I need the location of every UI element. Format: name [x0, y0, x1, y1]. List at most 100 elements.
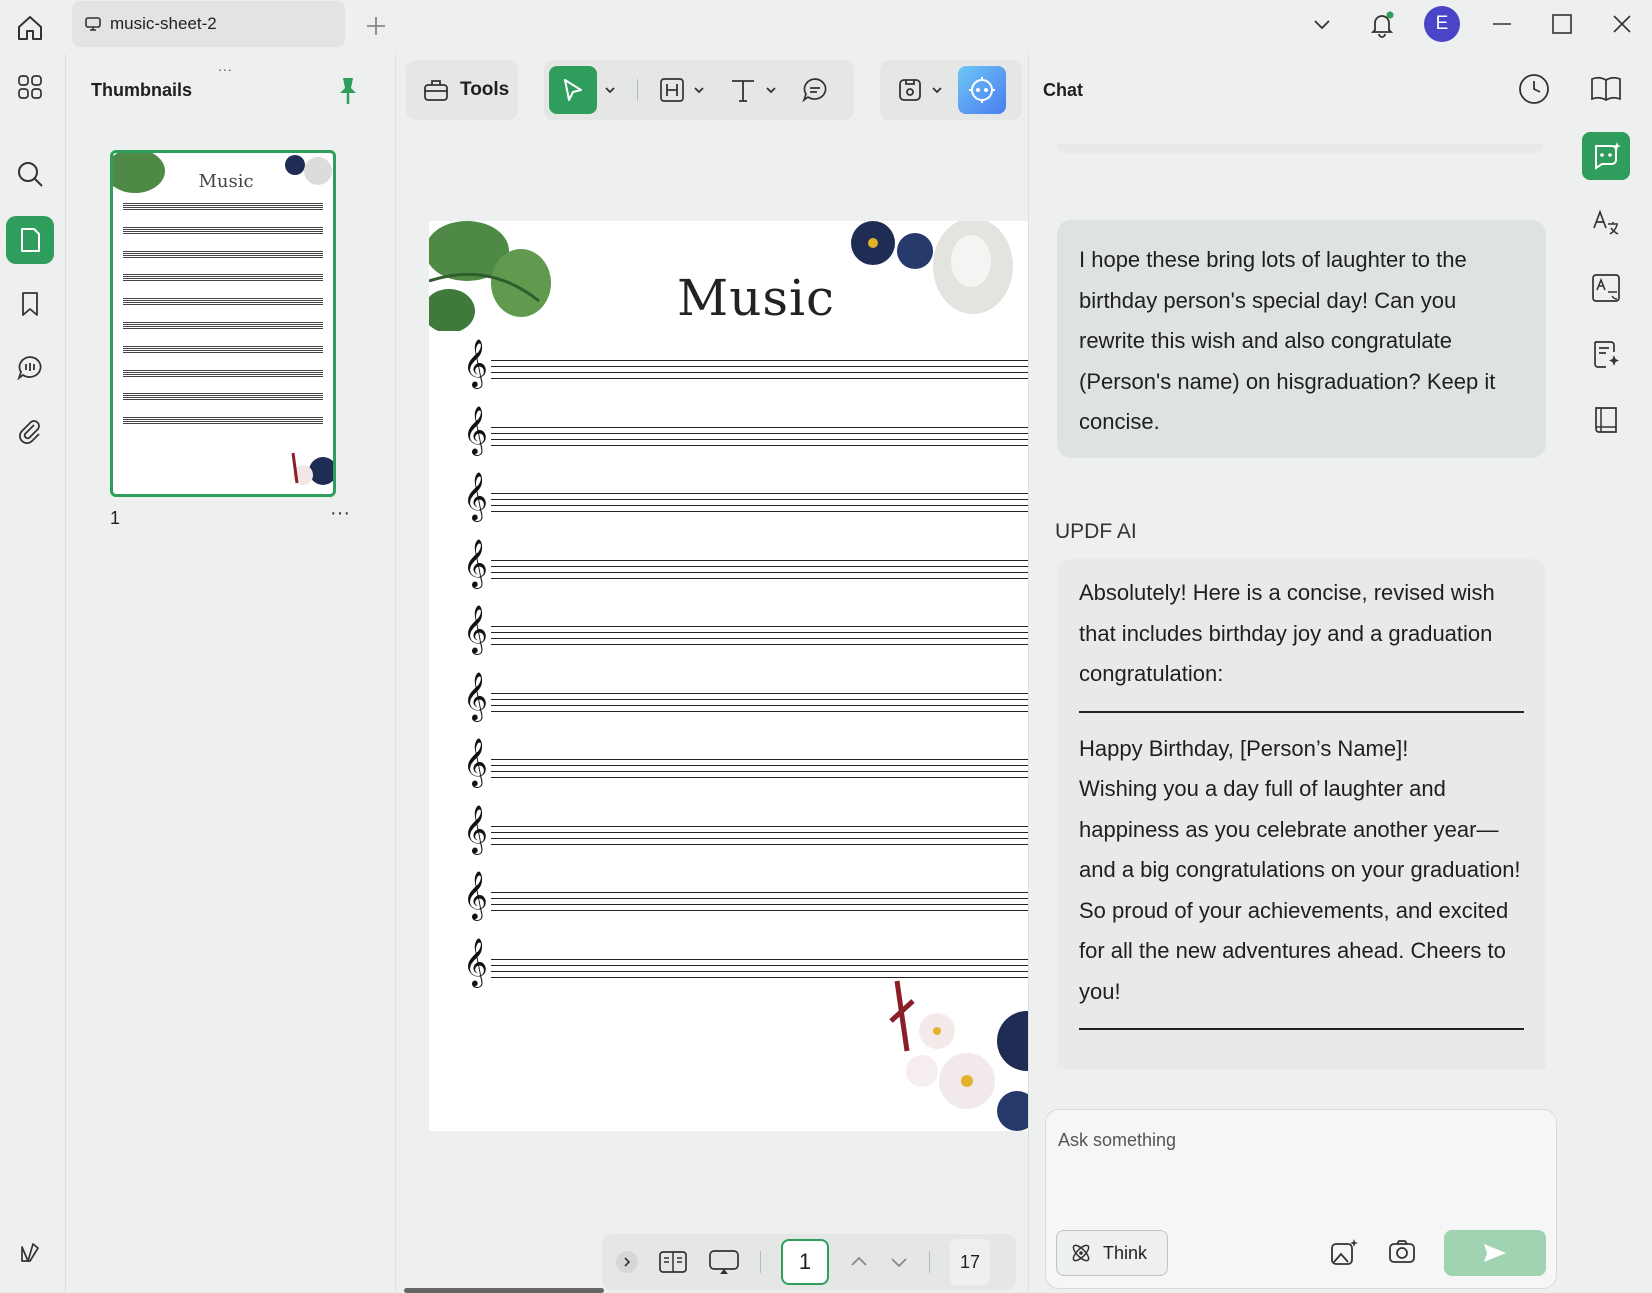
- thumbnail-page-number: 1: [110, 508, 121, 528]
- text-chevron-icon: [766, 87, 776, 94]
- comment-icon: [17, 356, 42, 381]
- next-page-button[interactable]: [889, 1252, 909, 1272]
- rail-bookmarks-button[interactable]: [6, 280, 54, 328]
- home-icon: [18, 16, 42, 40]
- save-button[interactable]: [896, 76, 944, 104]
- ai-assistant-button[interactable]: [958, 66, 1006, 114]
- chat-input-box[interactable]: Ask something Think: [1045, 1109, 1557, 1289]
- tabs-dropdown-button[interactable]: [1292, 0, 1352, 48]
- tools-button[interactable]: Tools: [406, 60, 518, 120]
- thumbnail-staff: [123, 322, 323, 330]
- text-tool-button[interactable]: [728, 75, 778, 105]
- highlight-tool-button[interactable]: [658, 76, 706, 104]
- thumbnail-title: Music: [198, 171, 254, 192]
- page-number-input[interactable]: 1: [781, 1239, 829, 1285]
- rail-attachments-button[interactable]: [6, 408, 54, 456]
- chat-bot-icon: [1595, 142, 1621, 170]
- horizontal-scrollbar[interactable]: [404, 1288, 604, 1293]
- pages-icon: [21, 228, 40, 252]
- pin-panel-button[interactable]: [336, 76, 360, 106]
- attach-image-button[interactable]: [1328, 1236, 1360, 1268]
- maximize-icon: [1552, 14, 1572, 34]
- thumbnail-more-button[interactable]: ···: [330, 502, 350, 525]
- music-staff: 𝄞: [463, 741, 1029, 793]
- select-tool-chevron-icon[interactable]: [603, 83, 617, 97]
- panel-drag-handle[interactable]: ...: [218, 58, 233, 74]
- music-staff: 𝄞: [463, 342, 1029, 394]
- page-thumbnail[interactable]: Music: [110, 150, 336, 497]
- pdf-page[interactable]: Music 𝄞 𝄞 𝄞 𝄞 𝄞 𝄞 𝄞 𝄞 𝄞 𝄞: [429, 221, 1029, 1131]
- reader-mode-button[interactable]: [1582, 64, 1630, 112]
- chevron-right-icon: [624, 1257, 631, 1267]
- think-toggle-button[interactable]: Think: [1056, 1230, 1168, 1276]
- ai-message-divider: [1079, 710, 1524, 713]
- thumbnails-panel: ... Thumbnails Music 1 ···: [66, 54, 396, 1293]
- treble-clef: 𝄞: [463, 936, 488, 986]
- avatar: E: [1424, 6, 1460, 42]
- ai-message: Absolutely! Here is a concise, revised w…: [1057, 559, 1546, 1069]
- select-tool-button[interactable]: [549, 66, 597, 114]
- treble-clef: 𝄞: [463, 803, 488, 853]
- save-toolbar: [880, 60, 1022, 120]
- search-icon: [18, 162, 43, 187]
- treble-clef: 𝄞: [463, 870, 488, 919]
- screenshot-button[interactable]: [1386, 1236, 1418, 1268]
- notifications-button[interactable]: [1352, 0, 1412, 48]
- user-message: I hope these bring lots of laughter to t…: [1057, 220, 1546, 458]
- translate-icon: [1593, 209, 1619, 235]
- nav-divider: [929, 1251, 930, 1273]
- staff-lines: [491, 626, 1029, 650]
- atom-icon: [1072, 1244, 1090, 1262]
- ai-chat-button[interactable]: [1582, 132, 1630, 180]
- maximize-button[interactable]: [1532, 0, 1592, 48]
- new-tab-button[interactable]: [360, 10, 392, 42]
- toolbar-divider: [637, 79, 638, 101]
- send-button[interactable]: [1444, 1230, 1546, 1276]
- leaf-decoration: [429, 221, 551, 331]
- thumbnail-staff: [123, 250, 323, 259]
- user-message-text: I hope these bring lots of laughter to t…: [1079, 247, 1496, 434]
- summarize-button[interactable]: [1582, 330, 1630, 378]
- close-icon: [1613, 15, 1631, 33]
- staff-lines: [491, 559, 1029, 584]
- rail-apps-button[interactable]: [6, 63, 54, 111]
- minimize-button[interactable]: [1472, 0, 1532, 48]
- flower-decoration-top: [851, 221, 1013, 314]
- ai-message-divider: [1079, 1028, 1524, 1030]
- staff-lines: [491, 759, 1029, 783]
- thumbnail-staff: [123, 274, 323, 283]
- page-layout-button[interactable]: [658, 1249, 688, 1275]
- rail-thumbnails-button[interactable]: [6, 216, 54, 264]
- treble-clef: 𝄞: [463, 471, 488, 520]
- previous-page-button[interactable]: [849, 1252, 869, 1272]
- rail-theme-button[interactable]: [6, 1229, 54, 1277]
- chat-history-button[interactable]: [1517, 72, 1551, 106]
- translate-document-button[interactable]: [1582, 264, 1630, 312]
- account-button[interactable]: E: [1412, 0, 1472, 48]
- chat-input-placeholder[interactable]: Ask something: [1058, 1130, 1176, 1151]
- zoom-level-field[interactable]: 17: [950, 1239, 990, 1285]
- document-tab[interactable]: music-sheet-2: [72, 1, 345, 47]
- presentation-button[interactable]: [708, 1248, 740, 1276]
- document-viewer[interactable]: Music 𝄞 𝄞 𝄞 𝄞 𝄞 𝄞 𝄞 𝄞 𝄞 𝄞 1 17: [396, 130, 1029, 1293]
- book-icon: [1595, 407, 1617, 433]
- image-sparkle-icon: [1331, 1239, 1358, 1265]
- translate-button[interactable]: [1582, 198, 1630, 246]
- expand-nav-button[interactable]: [616, 1251, 638, 1273]
- comment-tool-button[interactable]: [800, 75, 830, 105]
- plus-icon: [367, 17, 385, 35]
- music-staff: 𝄞: [463, 874, 1029, 926]
- rail-comments-button[interactable]: [6, 344, 54, 392]
- ai-message-wish-body: Wishing you a day full of laughter and h…: [1079, 776, 1521, 1004]
- home-button[interactable]: [10, 8, 50, 48]
- save-icon: [899, 79, 921, 101]
- knowledge-base-button[interactable]: [1582, 396, 1630, 444]
- thumbnail-staff: [123, 203, 323, 211]
- close-window-button[interactable]: [1592, 0, 1652, 48]
- treble-clef: 𝄞: [463, 537, 488, 587]
- staff-lines: [491, 426, 1029, 451]
- speech-bubble-icon: [802, 78, 827, 103]
- rail-search-button[interactable]: [6, 150, 54, 198]
- staff-lines: [491, 825, 1029, 850]
- paperclip-icon: [19, 420, 40, 444]
